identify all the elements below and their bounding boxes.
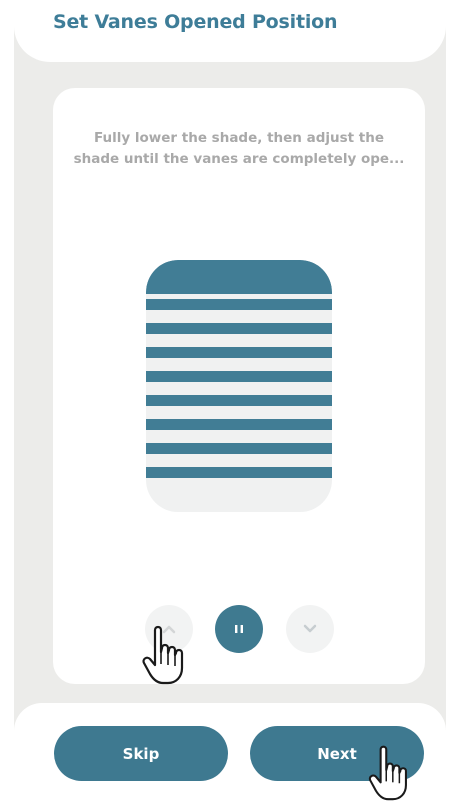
vane [146,419,332,430]
vane [146,323,332,334]
page-title: Set Vanes Opened Position [53,11,338,33]
next-button[interactable]: Next [250,726,424,781]
raise-button[interactable] [145,605,193,653]
vane [146,467,332,478]
shade-adjust-card: Fully lower the shade, then adjust the s… [53,88,425,684]
vane [146,347,332,358]
lower-button[interactable] [286,605,334,653]
chevron-down-icon [303,624,317,633]
chevron-up-icon [162,625,176,634]
stop-button[interactable] [215,605,263,653]
instruction-text: Fully lower the shade, then adjust the s… [73,130,405,167]
skip-button[interactable]: Skip [54,726,228,781]
vane [146,443,332,454]
vane [146,395,332,406]
bottom-action-bar: Skip Next [14,703,446,796]
vane [146,371,332,382]
vane [146,299,332,310]
pause-icon [235,625,243,633]
header: Set Vanes Opened Position [14,0,446,62]
app-screen: Set Vanes Opened Position Fully lower th… [14,0,446,796]
shade-headrail [146,260,332,294]
shade-illustration [146,260,332,512]
